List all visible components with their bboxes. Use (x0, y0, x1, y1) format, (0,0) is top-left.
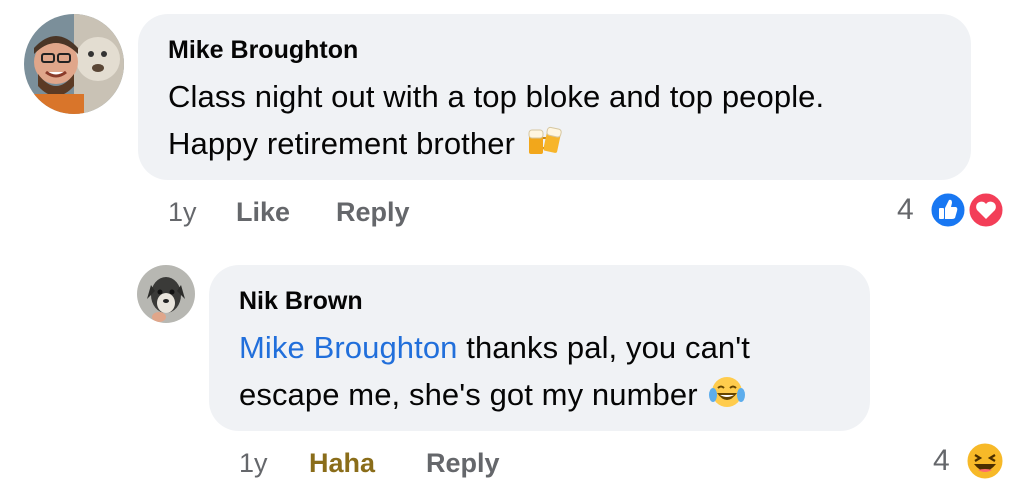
reaction-count[interactable]: 4 (933, 444, 950, 478)
laughing-tears-icon (708, 375, 746, 417)
love-icon[interactable] (966, 190, 1006, 235)
haha-icon[interactable] (964, 440, 1006, 487)
avatar-mike-broughton[interactable] (24, 14, 124, 114)
comment-timestamp[interactable]: 1y (239, 448, 268, 479)
comment-text: escape me, she's got my number (239, 377, 698, 412)
reaction-count[interactable]: 4 (897, 193, 914, 227)
comment-timestamp[interactable]: 1y (168, 197, 197, 228)
haha-reaction-button[interactable]: Haha (309, 448, 375, 479)
reply-button[interactable]: Reply (426, 448, 500, 479)
comment-text-line-1: Class night out with a top bloke and top… (168, 79, 825, 114)
comment-text-line-1: Mike Broughton thanks pal, you can't (239, 330, 750, 366)
beer-mugs-icon (525, 124, 565, 166)
comment-author-name[interactable]: Mike Broughton (168, 36, 358, 65)
avatar-nik-brown[interactable] (137, 265, 195, 323)
comment-text-line-2: escape me, she's got my number (239, 375, 746, 417)
comment-author-name[interactable]: Nik Brown (239, 287, 363, 316)
comment-text-line-2: Happy retirement brother (168, 124, 565, 166)
like-icon[interactable] (928, 190, 968, 235)
reply-button[interactable]: Reply (336, 197, 410, 228)
like-button[interactable]: Like (236, 197, 290, 228)
comment-text: Happy retirement brother (168, 126, 516, 161)
mention-link[interactable]: Mike Broughton (239, 330, 458, 365)
comment-text: thanks pal, you can't (457, 330, 750, 365)
